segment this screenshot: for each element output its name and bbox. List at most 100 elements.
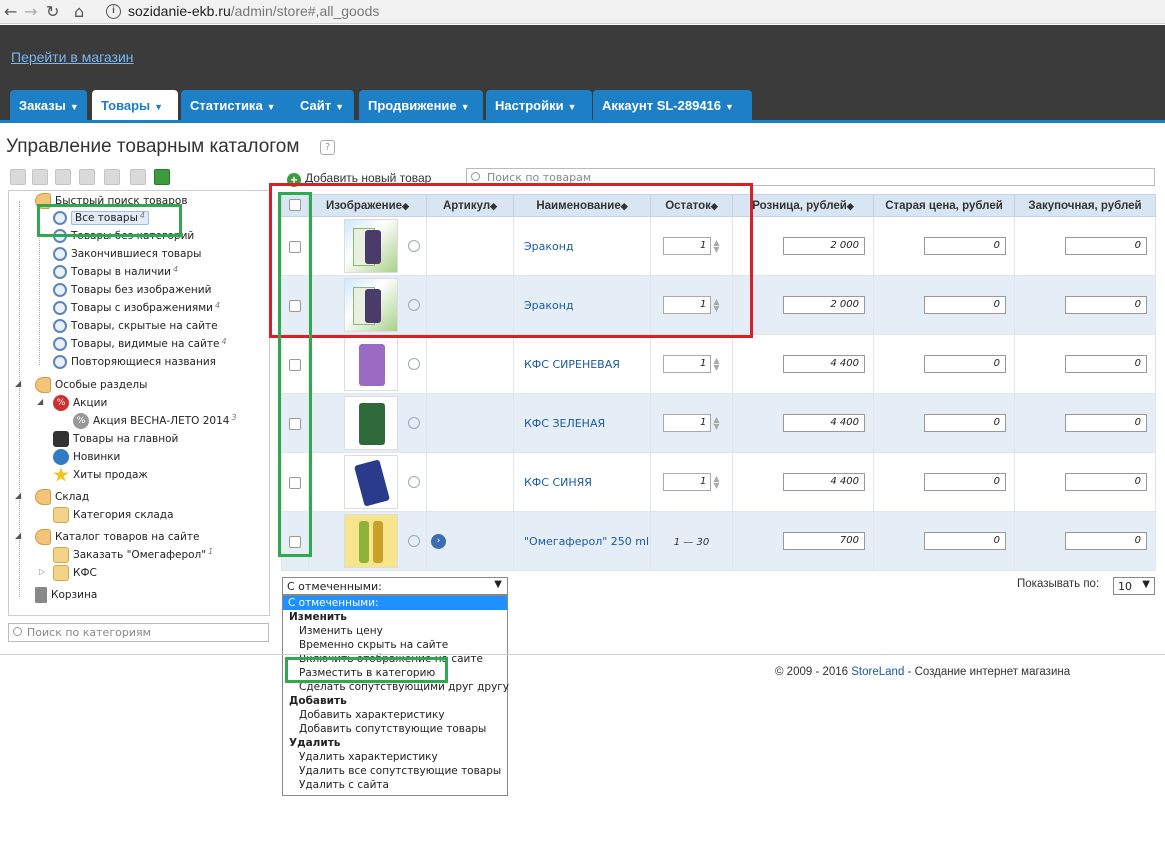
dropdown-option[interactable]: Добавить характеристику	[283, 708, 507, 722]
tree-item-in-stock[interactable]: Товары в наличии 4	[53, 265, 178, 283]
spinner-icon[interactable]: ▲ ▼	[713, 357, 719, 372]
chevron-down-icon: ▼	[725, 102, 734, 112]
stock-input[interactable]: 1	[663, 355, 712, 373]
tab-settings[interactable]: Настройки ▼	[486, 90, 592, 121]
purchase-price-input[interactable]: 0	[1065, 355, 1147, 373]
tree-cat-kfs[interactable]: КФС	[53, 565, 97, 583]
forward-icon[interactable]: →	[24, 2, 37, 22]
tree-cat-order[interactable]: Заказать "Омегаферол" 1	[53, 547, 213, 565]
product-name[interactable]: КФС СИНЯЯ	[514, 476, 592, 489]
tab-account[interactable]: Аккаунт SL-289416 ▼	[593, 90, 752, 121]
tree-trash[interactable]: Корзина	[35, 587, 97, 605]
tree-item-duplicates[interactable]: Повторяющиеся названия	[53, 355, 216, 373]
tab-statistics[interactable]: Статистика ▼	[181, 90, 296, 121]
tree-promos[interactable]: % Акции	[53, 395, 107, 413]
expand-triangle-icon[interactable]: ◢	[15, 379, 21, 388]
add-subcategory-icon[interactable]	[32, 169, 48, 185]
dropdown-option[interactable]: Временно скрыть на сайте	[283, 638, 507, 652]
tab-site[interactable]: Сайт ▼	[291, 90, 354, 121]
tree-item-visible[interactable]: Товары, видимые на сайте 4	[53, 337, 227, 355]
stock-input[interactable]: 1	[663, 414, 712, 432]
expand-triangle-icon[interactable]: ◢	[37, 397, 43, 406]
retail-price-input[interactable]: 2 000	[783, 237, 865, 255]
tree-special-sections[interactable]: Особые разделы	[35, 377, 147, 395]
per-page-select[interactable]: 10 ▼	[1113, 577, 1155, 595]
tree-item-with-images[interactable]: Товары с изображениями 4	[53, 301, 220, 319]
product-thumbnail[interactable]	[344, 455, 398, 509]
chevron-down-icon: ▼	[154, 102, 164, 112]
refresh-icon[interactable]	[130, 169, 146, 185]
tab-promotion[interactable]: Продвижение ▼	[359, 90, 483, 121]
old-price-input[interactable]: 0	[924, 473, 1006, 491]
tree-item-out-of-stock[interactable]: Закончившиеся товары	[53, 247, 201, 265]
category-search-input[interactable]: Поиск по категориям	[8, 623, 269, 642]
header-label: Розница, рублей	[752, 199, 847, 212]
dropdown-option[interactable]: С отмеченными:	[283, 596, 507, 610]
tab-products[interactable]: Товары ▼	[92, 90, 178, 121]
old-price-input[interactable]: 0	[924, 414, 1006, 432]
add-category-icon[interactable]	[10, 169, 26, 185]
tree-catalog[interactable]: Каталог товаров на сайте	[35, 529, 199, 547]
spinner-icon[interactable]: ▲ ▼	[713, 416, 719, 431]
purchase-price-input[interactable]: 0	[1065, 296, 1147, 314]
tree-news[interactable]: Новинки	[53, 449, 120, 467]
edit-category-icon[interactable]	[55, 169, 71, 185]
product-name[interactable]: "Омегаферол" 250 ml	[514, 535, 649, 548]
old-price-input[interactable]: 0	[924, 355, 1006, 373]
product-thumbnail[interactable]	[344, 396, 398, 450]
dropdown-option[interactable]: Удалить характеристику	[283, 750, 507, 764]
brand-link[interactable]: StoreLand	[851, 666, 904, 678]
export-icon[interactable]	[154, 169, 170, 185]
retail-price-input[interactable]: 2 000	[783, 296, 865, 314]
tree-promo-item[interactable]: % Акция ВЕСНА-ЛЕТО 2014 3	[73, 413, 237, 431]
retail-price-input[interactable]: 700	[783, 532, 865, 550]
old-price-input[interactable]: 0	[924, 296, 1006, 314]
product-thumbnail[interactable]	[344, 514, 398, 568]
zoom-icon[interactable]	[408, 476, 420, 488]
tree-item-no-images[interactable]: Товары без изображений	[53, 283, 211, 301]
back-icon[interactable]: ←	[4, 2, 17, 22]
tree-item-hidden[interactable]: Товары, скрытые на сайте	[53, 319, 218, 337]
spinner-icon[interactable]: ▲ ▼	[713, 475, 719, 490]
zoom-icon[interactable]	[408, 417, 420, 429]
move-up-icon[interactable]	[79, 169, 95, 185]
tree-on-main[interactable]: Товары на главной	[53, 431, 178, 449]
help-icon[interactable]: ?	[320, 140, 335, 155]
purchase-price-input[interactable]: 0	[1065, 237, 1147, 255]
retail-price-input[interactable]: 4 400	[783, 355, 865, 373]
home-icon[interactable]: ⌂	[74, 2, 84, 22]
dropdown-option[interactable]: Удалить все сопутствующие товары	[283, 764, 507, 778]
purchase-price-input[interactable]: 0	[1065, 473, 1147, 491]
retail-price-input[interactable]: 4 400	[783, 414, 865, 432]
stock-input[interactable]: 1	[663, 473, 712, 491]
product-thumbnail[interactable]	[344, 337, 398, 391]
go-to-shop-link[interactable]: Перейти в магазин	[11, 49, 134, 65]
reload-icon[interactable]: ↻	[46, 2, 59, 22]
tree-warehouse[interactable]: Склад	[35, 489, 89, 507]
percent-icon: %	[53, 395, 69, 411]
dropdown-option[interactable]: Удалить с сайта	[283, 778, 507, 792]
col-retail[interactable]: Розница, рублей◆	[732, 194, 874, 217]
collapsed-triangle-icon[interactable]: ▷	[39, 567, 45, 576]
old-price-input[interactable]: 0	[924, 532, 1006, 550]
tab-orders[interactable]: Заказы ▼	[10, 90, 87, 121]
expand-triangle-icon[interactable]: ◢	[15, 531, 21, 540]
retail-price-input[interactable]: 4 400	[783, 473, 865, 491]
old-price-input[interactable]: 0	[924, 237, 1006, 255]
zoom-icon[interactable]	[408, 358, 420, 370]
variants-arrow-icon[interactable]: ›	[431, 534, 446, 549]
dropdown-option[interactable]: Добавить сопутствующие товары	[283, 722, 507, 736]
address-bar[interactable]: sozidanie-ekb.ru/admin/store#,all_goods	[128, 3, 379, 19]
purchase-price-input[interactable]: 0	[1065, 532, 1147, 550]
info-icon[interactable]: i	[106, 4, 121, 19]
tree-warehouse-category[interactable]: Категория склада	[53, 507, 174, 525]
bulk-actions-select[interactable]: С отмеченными: ▼	[282, 577, 508, 595]
dropdown-option[interactable]: Изменить цену	[283, 624, 507, 638]
expand-triangle-icon[interactable]: ◢	[15, 491, 21, 500]
move-down-icon[interactable]	[104, 169, 120, 185]
product-name[interactable]: КФС ЗЕЛЕНАЯ	[514, 417, 605, 430]
product-name[interactable]: КФС СИРЕНЕВАЯ	[514, 358, 620, 371]
tree-hits[interactable]: Хиты продаж	[53, 467, 148, 485]
zoom-icon[interactable]	[408, 535, 420, 547]
purchase-price-input[interactable]: 0	[1065, 414, 1147, 432]
